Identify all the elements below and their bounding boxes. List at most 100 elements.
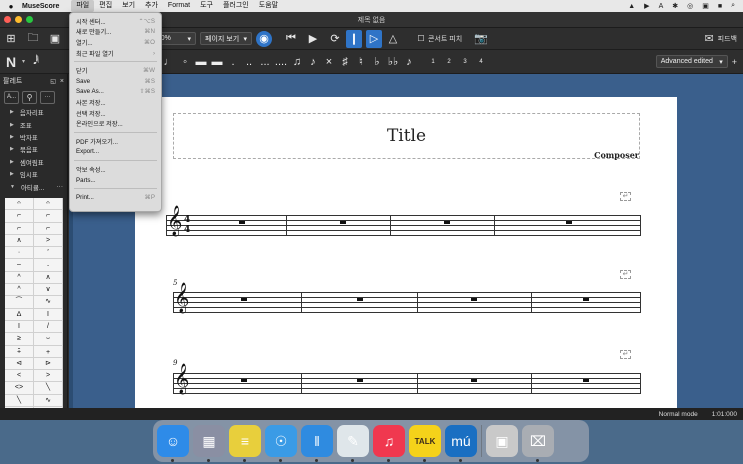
articulation-cell[interactable]: < — [5, 370, 34, 383]
dock-trash-icon[interactable]: ⌧ — [522, 425, 554, 462]
articulation-cell[interactable]: ⁀ — [5, 296, 34, 309]
articulation-cell[interactable]: ⌐ — [34, 210, 63, 223]
articulation-cell[interactable]: ⌐ — [5, 222, 34, 235]
status-icon-2[interactable]: ▶ — [644, 2, 649, 10]
whole-rest[interactable] — [583, 298, 589, 301]
sharp-icon[interactable]: ♯ — [337, 56, 353, 68]
articulation-cell[interactable]: – — [5, 259, 34, 272]
dock-stickies-icon[interactable]: ≡ — [229, 425, 261, 462]
image-capture-icon[interactable]: 📷 — [470, 30, 492, 48]
whole-rest[interactable] — [471, 379, 477, 382]
whole-rest[interactable] — [583, 379, 589, 382]
dock-kakaotalk-icon[interactable]: TALK — [409, 425, 441, 462]
articulation-cell[interactable]: ≥ — [5, 333, 34, 346]
articulation-cell[interactable]: I — [5, 320, 34, 334]
treble-clef-icon[interactable]: 𝄞 — [167, 206, 182, 237]
voice-4-button[interactable]: 4 — [473, 59, 489, 65]
file-menu-item[interactable]: Export... — [70, 147, 161, 158]
metronome-icon[interactable]: △ — [382, 30, 404, 48]
score-page[interactable]: Title Composer ↵ 𝄞 44 ↵ 5 𝄞 ↵ 9 𝄞 — [135, 97, 677, 420]
natural-icon[interactable]: ♮ — [353, 55, 369, 68]
augmentation-dot-icon[interactable]: . — [225, 56, 241, 68]
articulation-cell[interactable]: ⌐ — [5, 210, 34, 223]
flat-icon[interactable]: ♭ — [369, 55, 385, 68]
concert-pitch-checkbox[interactable]: ☐ — [414, 30, 428, 48]
articulation-cell[interactable]: ∧ — [34, 271, 63, 285]
duration-whole-icon[interactable]: ◦ — [177, 56, 193, 68]
file-menu-item[interactable]: 선택 저장... — [70, 108, 161, 119]
control-center-icon[interactable]: ▣ — [702, 2, 709, 10]
menu-tools[interactable]: 도구 — [195, 0, 218, 12]
view-mode-select[interactable]: 페이지 보기 ▾ — [200, 32, 252, 45]
status-icon-1[interactable]: ▲ — [628, 3, 635, 10]
whole-rest[interactable] — [357, 379, 363, 382]
articulation-cell[interactable]: ⊳ — [34, 357, 63, 371]
menu-help[interactable]: 도움말 — [254, 0, 283, 12]
quadruple-dot-icon[interactable]: .... — [273, 56, 289, 68]
play-icon[interactable]: ▶ — [302, 30, 324, 48]
float-panel-icon[interactable]: ◱ — [50, 78, 56, 85]
file-menu-item[interactable]: PDF 가져오기... — [70, 136, 161, 147]
palette-item-articulations[interactable]: ▼ 아티큘... ··· — [0, 180, 67, 192]
file-menu-item[interactable]: 열기... ⌘O — [70, 37, 161, 48]
tie-icon[interactable]: ♫ — [289, 56, 305, 68]
articulation-cell[interactable]: <> — [5, 382, 34, 395]
file-menu-item[interactable]: 악보 속성... — [70, 164, 161, 175]
duration-longa-icon[interactable]: ▬ — [209, 56, 225, 68]
menu-file[interactable]: 파일 — [71, 0, 95, 12]
articulation-cell[interactable]: · — [5, 247, 34, 260]
staff-system-2[interactable]: 𝄞 — [173, 283, 641, 313]
articulation-cell[interactable]: ⨤ — [5, 345, 34, 358]
line-break-icon[interactable]: ↵ — [620, 350, 631, 359]
add-workspace-button[interactable]: + — [732, 57, 743, 67]
menu-format[interactable]: Format — [163, 0, 195, 12]
wifi-icon[interactable]: ◎ — [687, 2, 693, 10]
dock-musescore-icon[interactable]: mú — [445, 425, 477, 462]
duration-64th-icon[interactable]: 𝅘𝅥𝅲 — [25, 53, 47, 71]
dock-editor-icon[interactable]: ‖ — [301, 425, 333, 462]
file-menu-item[interactable]: 사본 저장... — [70, 97, 161, 108]
file-menu-item[interactable]: Save ⌘S — [70, 76, 161, 87]
articulation-cell[interactable]: ․ — [34, 259, 63, 272]
staff-system-1[interactable]: 𝄞 44 — [166, 206, 641, 236]
whole-rest[interactable] — [241, 379, 247, 382]
search-icon[interactable]: ⌕ — [731, 2, 735, 10]
articulation-cell[interactable]: ⨥ — [34, 345, 63, 358]
score-title[interactable]: Title — [174, 126, 639, 146]
status-icon-3[interactable]: A — [659, 3, 664, 10]
articulation-cell[interactable]: ⊲ — [5, 357, 34, 371]
articulation-cell[interactable]: ╲ — [34, 382, 63, 395]
file-menu-item[interactable]: Save As... ⇧⌘S — [70, 87, 161, 98]
duration-half-icon[interactable]: ♩ — [161, 56, 177, 68]
whole-rest[interactable] — [444, 221, 450, 224]
articulation-cell[interactable]: ′ — [34, 247, 63, 260]
menu-add[interactable]: 추가 — [140, 0, 163, 12]
new-score-icon[interactable]: ⊞ — [0, 30, 22, 48]
dock-photo-icon[interactable]: ▣ — [486, 425, 518, 457]
palette-item-clefs[interactable]: ▶ 음자리표 — [0, 106, 67, 118]
whole-rest[interactable] — [471, 298, 477, 301]
more-icon[interactable]: ··· — [57, 183, 64, 190]
palette-search-icon[interactable]: ⚲ — [22, 90, 38, 104]
palette-item-timesig[interactable]: ▶ 박자표 — [0, 131, 67, 143]
articulation-cell[interactable]: ∆ — [5, 308, 34, 321]
line-break-icon[interactable]: ↵ — [620, 192, 631, 201]
treble-clef-icon[interactable]: 𝄞 — [174, 283, 189, 314]
file-menu-item[interactable]: Print... ⌘P — [70, 192, 161, 203]
articulation-cell[interactable]: ^ — [5, 284, 34, 297]
palette-item-dynamics[interactable]: ▶ 셈여림표 — [0, 156, 67, 168]
score-composer[interactable]: Composer — [594, 150, 639, 160]
articulation-cell[interactable]: ⌣ — [34, 333, 63, 346]
feedback-button[interactable]: ✉ 피드백 — [704, 32, 743, 45]
palette-item-brackets[interactable]: ▶ 묶음표 — [0, 143, 67, 155]
dock-music-icon[interactable]: ♫ — [373, 425, 405, 462]
title-frame[interactable]: Title Composer — [173, 113, 640, 160]
articulation-cell[interactable]: ^ — [5, 271, 34, 285]
articulation-cell[interactable]: ╲ — [5, 394, 34, 408]
note-input-mode-icon[interactable]: N — [0, 53, 22, 71]
workspace-select[interactable]: Advanced edited ▾ — [655, 55, 728, 68]
file-menu-item[interactable]: 닫기 ⌘W — [70, 65, 161, 76]
whole-rest[interactable] — [340, 221, 346, 224]
articulation-cell[interactable]: ∿ — [34, 394, 63, 408]
staff-system-3[interactable]: 𝄞 — [173, 364, 641, 394]
